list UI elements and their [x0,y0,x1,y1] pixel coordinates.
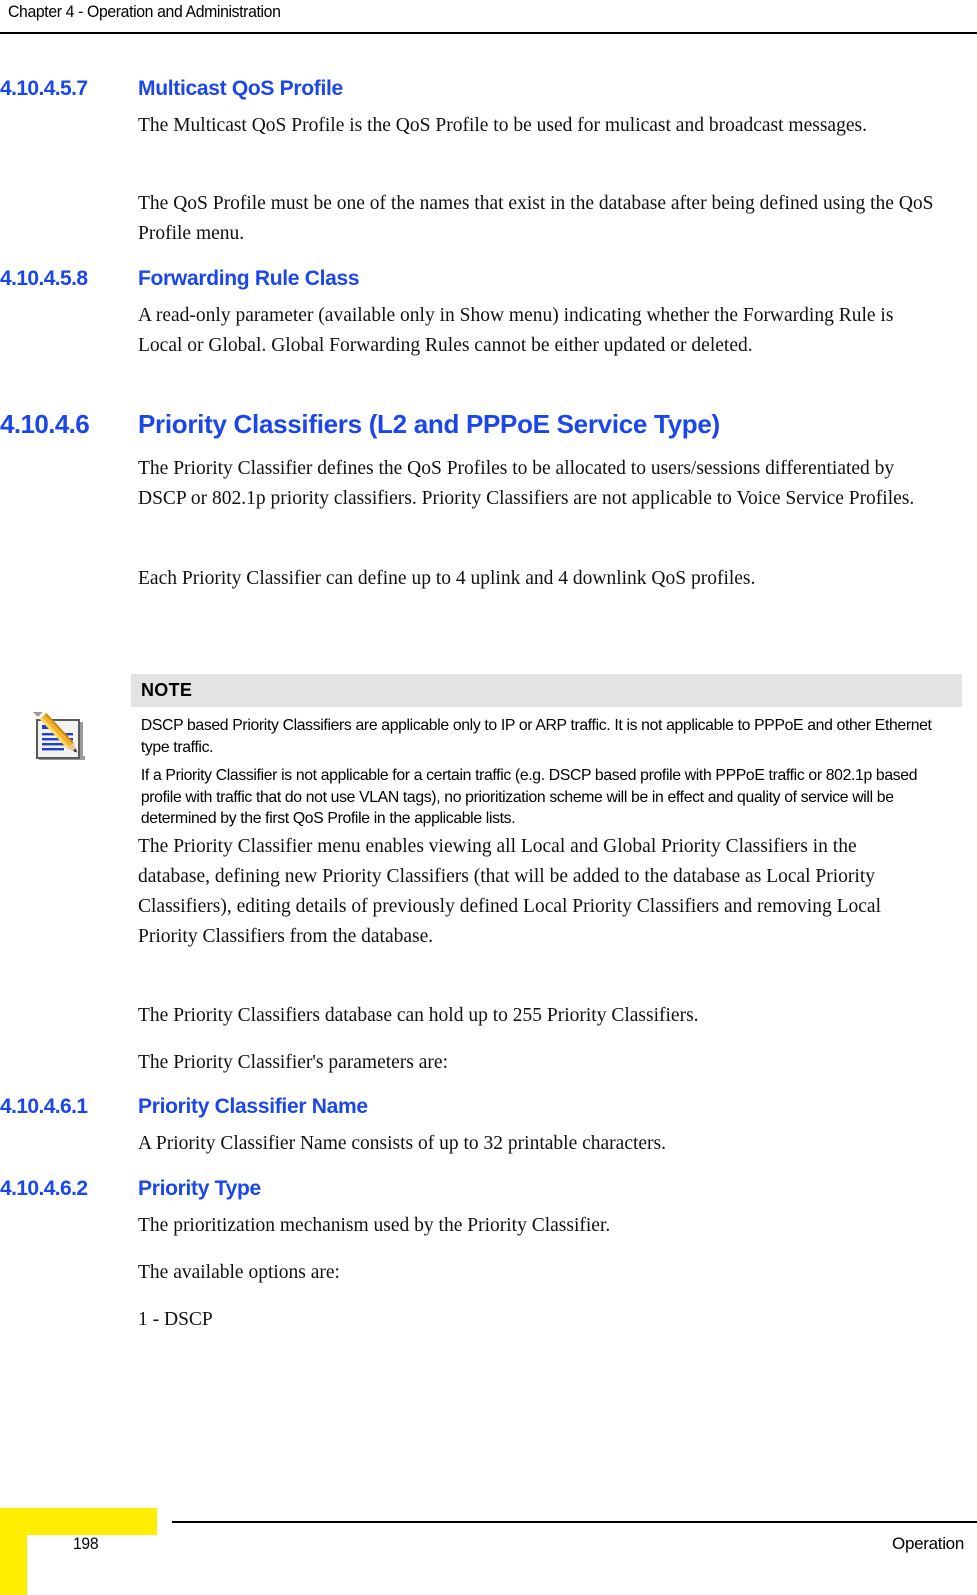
section-title: Multicast QoS Profile [138,77,343,100]
body-paragraph: The Priority Classifier defines the QoS … [138,458,915,509]
page-running-header: Chapter 4 - Operation and Administration [0,0,977,34]
note-text: DSCP based Priority Classifiers are appl… [131,707,950,830]
body-paragraph: The Priority Classifier's parameters are… [138,1052,448,1073]
footer-corner-graphic [0,1508,157,1535]
section-number: 4.10.4.6.1 [0,1095,88,1118]
paragraph-block: The available options are: [0,1258,938,1288]
note-paragraph: If a Priority Classifier is not applicab… [140,767,918,827]
section-number: 4.10.4.6 [0,409,90,439]
paragraph-block: The Priority Classifier defines the QoS … [0,454,938,514]
chapter-title: Chapter 4 - Operation and Administration [8,2,281,21]
paragraph-block: The Priority Classifier's parameters are… [0,1048,938,1078]
paragraph-block: A read-only parameter (available only in… [0,301,928,361]
note-label: NOTE [141,680,193,700]
paragraph-block: Each Priority Classifier can define up t… [0,564,968,594]
paragraph-block: The Priority Classifiers database can ho… [0,1001,938,1031]
section-heading-4-10-4-5-7: 4.10.4.5.7 Multicast QoS Profile [0,76,343,102]
section-heading-4-10-4-6: 4.10.4.6 Priority Classifiers (L2 and PP… [0,408,720,441]
note-box: NOTE DSCP based Priority Classifiers are… [0,645,977,827]
section-heading-4-10-4-6-2: 4.10.4.6.2 Priority Type [0,1176,261,1202]
section-block-priority-classifier-name: 4.10.4.6.1 Priority Classifier Name [0,1094,368,1120]
header-divider [0,32,977,34]
note-paragraph: DSCP based Priority Classifiers are appl… [140,717,932,756]
paragraph-block: 1 - DSCP [0,1305,938,1335]
paragraph-block: The Priority Classifier menu enables vie… [0,832,928,952]
section-title: Forwarding Rule Class [138,267,360,290]
note-content: NOTE DSCP based Priority Classifiers are… [131,674,962,837]
paragraph-block: The Multicast QoS Profile is the QoS Pro… [0,111,938,141]
section-title: Priority Classifiers (L2 and PPPoE Servi… [138,409,720,439]
section-heading-4-10-4-5-8: 4.10.4.5.8 Forwarding Rule Class [0,266,360,292]
paragraph-block: The QoS Profile must be one of the names… [0,189,938,249]
body-paragraph-option: 1 - DSCP [138,1309,213,1330]
body-paragraph: The Priority Classifiers database can ho… [138,1005,699,1026]
body-paragraph: A Priority Classifier Name consists of u… [138,1133,667,1154]
notepad-pencil-icon [29,704,91,770]
footer-section-label: Operation [892,1534,964,1553]
body-paragraph: The QoS Profile must be one of the names… [138,193,934,244]
footer-divider [172,1521,977,1523]
section-block-forwarding-rule-class: 4.10.4.5.8 Forwarding Rule Class [0,266,360,292]
page-number: 198 [73,1534,99,1553]
body-paragraph: The prioritization mechanism used by the… [138,1215,611,1236]
section-block-multicast-qos-profile: 4.10.4.5.7 Multicast QoS Profile [0,76,343,102]
section-number: 4.10.4.5.8 [0,267,88,290]
paragraph-block: A Priority Classifier Name consists of u… [0,1129,938,1159]
body-paragraph: The Priority Classifier menu enables vie… [138,836,881,947]
section-title: Priority Type [138,1177,261,1200]
body-paragraph: A read-only parameter (available only in… [138,305,894,356]
section-block-priority-type: 4.10.4.6.2 Priority Type [0,1176,261,1202]
section-number: 4.10.4.6.2 [0,1177,88,1200]
body-paragraph: The Multicast QoS Profile is the QoS Pro… [138,115,867,136]
note-header-bar: NOTE [131,674,962,707]
section-title: Priority Classifier Name [138,1095,368,1118]
body-paragraph: Each Priority Classifier can define up t… [138,568,756,589]
section-number: 4.10.4.5.7 [0,77,88,100]
paragraph-block: The prioritization mechanism used by the… [0,1211,938,1241]
section-block-priority-classifiers: 4.10.4.6 Priority Classifiers (L2 and PP… [0,408,720,441]
section-heading-4-10-4-6-1: 4.10.4.6.1 Priority Classifier Name [0,1094,368,1120]
page-footer: 198 Operation [0,1500,977,1595]
footer-corner-graphic [0,1535,27,1595]
body-paragraph: The available options are: [138,1262,340,1283]
